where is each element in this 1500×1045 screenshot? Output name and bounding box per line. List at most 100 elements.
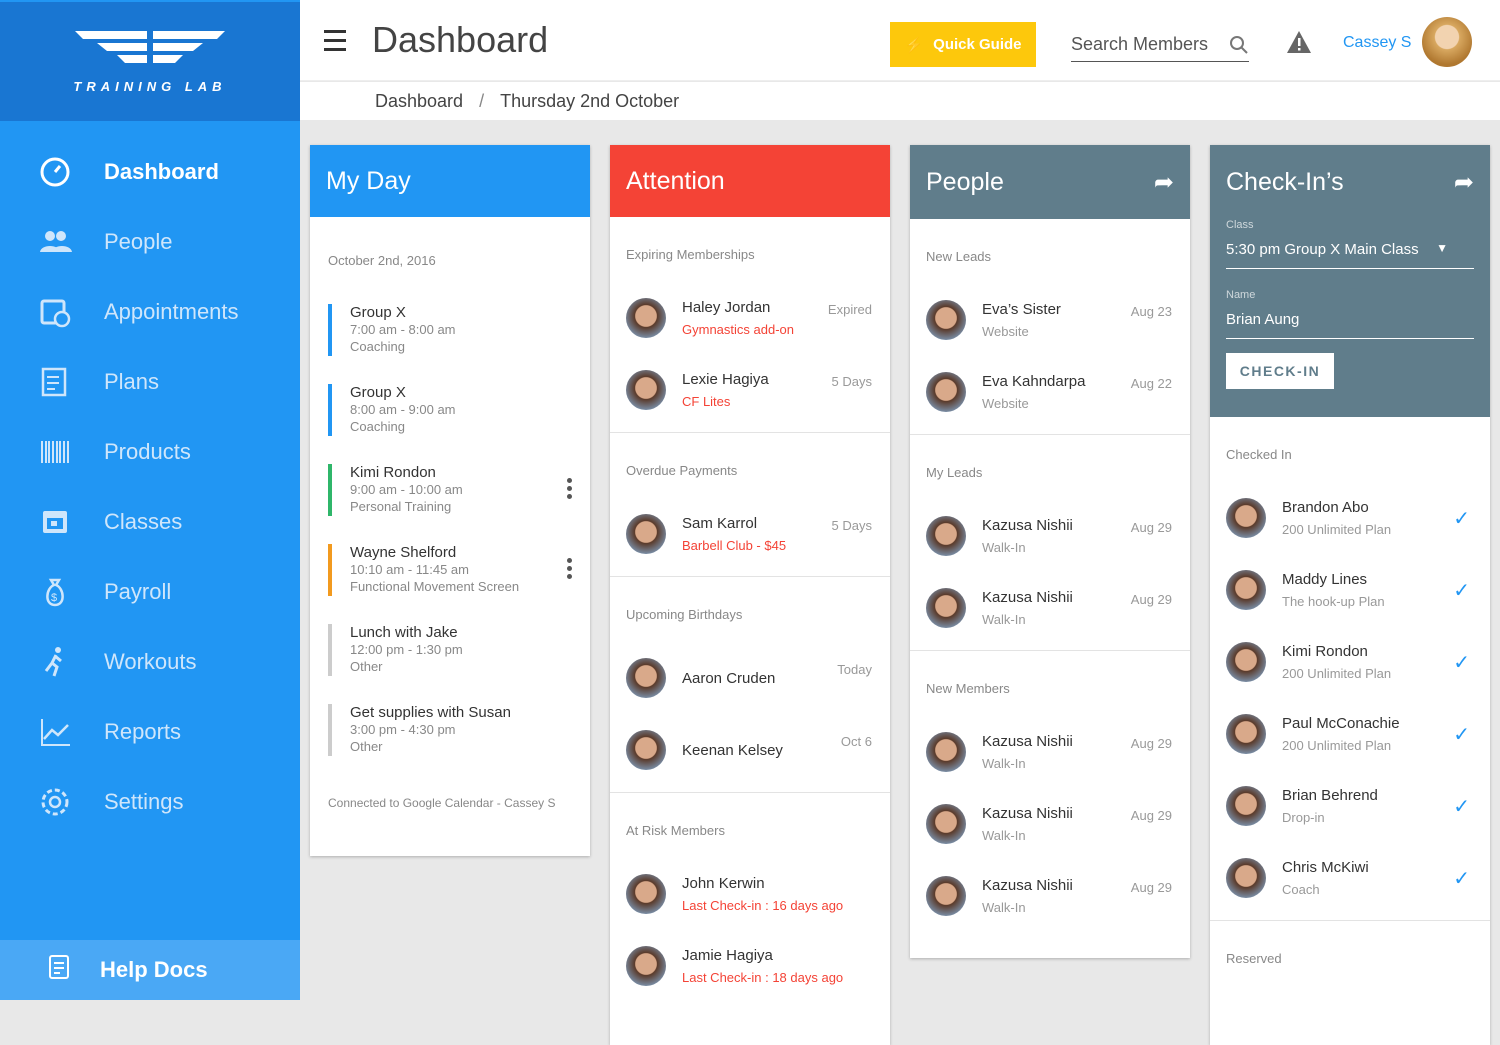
list-item[interactable]: Eva Kahndarpa Website Aug 22: [910, 356, 1190, 428]
list-item[interactable]: Aaron Cruden Today: [610, 642, 890, 714]
share-icon[interactable]: ➦: [1154, 168, 1174, 197]
item-date: Aug 23: [1130, 304, 1172, 319]
item-date: Aug 29: [1130, 808, 1172, 823]
checked-in-item[interactable]: Paul McConachie 200 Unlimited Plan ✓: [1210, 698, 1490, 770]
check-icon: ✓: [1453, 652, 1470, 674]
section-title: New Members: [926, 681, 1010, 696]
avatar: [926, 588, 966, 628]
item-date: Oct 6: [840, 734, 872, 749]
name-label: Name: [1226, 289, 1256, 301]
help-docs-link[interactable]: Help Docs: [0, 940, 300, 1000]
class-select[interactable]: Class 5:30 pm Group X Main Class ▼: [1226, 219, 1474, 269]
event-item[interactable]: Lunch with Jake 12:00 pm - 1:30 pm Other: [328, 624, 572, 676]
item-date: Today: [837, 662, 872, 677]
item-name: Aaron Cruden: [682, 669, 776, 687]
sidebar-item-products[interactable]: Products: [0, 417, 300, 487]
event-item[interactable]: Wayne Shelford 10:10 am - 11:45 am Functio…: [328, 544, 572, 596]
user-name[interactable]: Cassey S: [1343, 34, 1411, 52]
breadcrumb-dashboard[interactable]: Dashboard: [375, 91, 463, 112]
list-item[interactable]: Kazusa Nishii Walk-In Aug 29: [910, 500, 1190, 572]
sidebar-item-payroll[interactable]: $ Payroll: [0, 557, 300, 627]
wings-logo-icon: [75, 29, 225, 65]
sidebar-item-workouts[interactable]: Workouts: [0, 627, 300, 697]
item-name: Eva’s Sister: [982, 301, 1061, 318]
item-name: Kazusa Nishii: [982, 517, 1073, 534]
item-date: Aug 22: [1130, 376, 1172, 391]
avatar: [626, 370, 666, 410]
event-item[interactable]: Group X 7:00 am - 8:00 am Coaching: [328, 304, 572, 356]
event-type: Functional Movement Screen: [350, 579, 520, 594]
checked-in-title: Checked In: [1226, 447, 1292, 462]
my-day-title: My Day: [326, 166, 411, 195]
list-item[interactable]: Kazusa Nishii Walk-In Aug 29: [910, 788, 1190, 860]
item-detail: Last Check-in : 16 days ago: [682, 898, 844, 913]
name-input[interactable]: Name Brian Aung: [1226, 289, 1474, 339]
event-color-bar: [328, 464, 332, 516]
item-name: Sam Karrol: [682, 515, 758, 532]
list-item[interactable]: Lexie Hagiya CF Lites 5 Days: [610, 354, 890, 426]
sidebar-item-settings[interactable]: Settings: [0, 767, 300, 837]
user-avatar[interactable]: [1422, 17, 1472, 67]
event-item[interactable]: Get supplies with Susan 3:00 pm - 4:30 pm…: [328, 704, 572, 756]
checked-in-item[interactable]: Brandon Abo 200 Unlimited Plan ✓: [1210, 482, 1490, 554]
event-text: Group X 8:00 am - 9:00 am Coaching: [350, 384, 456, 436]
dashboard-icon: [38, 155, 72, 189]
quick-guide-button[interactable]: ⚡ Quick Guide: [890, 22, 1036, 67]
more-vertical-icon[interactable]: [567, 558, 572, 579]
list-item[interactable]: Haley Jordan Gymnastics add-on Expired: [610, 282, 890, 354]
svg-text:$: $: [51, 592, 57, 604]
item-text: Chris McKiwi Coach: [1282, 859, 1369, 897]
menu-icon[interactable]: [324, 29, 346, 51]
share-icon[interactable]: ➦: [1454, 168, 1474, 197]
list-item[interactable]: Kazusa Nishii Walk-In Aug 29: [910, 860, 1190, 932]
checkins-header: Check-In’s ➦: [1210, 145, 1490, 219]
event-color-bar: [328, 384, 332, 436]
item-detail: Walk-In: [982, 756, 1026, 771]
more-vertical-icon[interactable]: [567, 478, 572, 499]
my-day-date: October 2nd, 2016: [328, 253, 436, 268]
sidebar-item-dashboard[interactable]: Dashboard: [0, 137, 300, 207]
list-item[interactable]: Keenan Kelsey Oct 6: [610, 714, 890, 786]
sidebar-item-appointments[interactable]: Appointments: [0, 277, 300, 347]
list-item[interactable]: Jamie Hagiya Last Check-in : 18 days ago: [610, 930, 890, 1002]
event-name: Kimi Rondon: [350, 464, 436, 481]
sidebar-item-reports[interactable]: Reports: [0, 697, 300, 767]
checked-in-item[interactable]: Kimi Rondon 200 Unlimited Plan ✓: [1210, 626, 1490, 698]
check-icon: ✓: [1453, 580, 1470, 602]
checked-in-item[interactable]: Brian Behrend Drop-in ✓: [1210, 770, 1490, 842]
people-sections: New Leads Eva’s Sister Website Aug 23 Eva Ka…: [910, 219, 1190, 938]
event-name: Wayne Shelford: [350, 544, 457, 561]
sidebar-item-label: Products: [104, 439, 191, 464]
my-day-card: My Day October 2nd, 2016 Group X 7:00 am …: [310, 145, 590, 856]
sidebar-item-plans[interactable]: Plans: [0, 347, 300, 417]
item-detail: Walk-In: [982, 828, 1026, 843]
item-detail: Walk-In: [982, 540, 1026, 555]
alert-icon[interactable]: [1286, 30, 1312, 54]
event-item[interactable]: Kimi Rondon 9:00 am - 10:00 am Personal Tr…: [328, 464, 572, 516]
check-in-button[interactable]: CHECK-IN: [1226, 353, 1334, 389]
search-icon[interactable]: [1229, 35, 1249, 55]
list-item[interactable]: Sam Karrol Barbell Club - $45 5 Days: [610, 498, 890, 570]
breadcrumb-separator: /: [479, 90, 485, 111]
sidebar-item-label: Reports: [104, 719, 182, 744]
checked-in-item[interactable]: Chris McKiwi Coach ✓: [1210, 842, 1490, 914]
item-name: Kimi Rondon: [1282, 643, 1368, 660]
item-plan: 200 Unlimited Plan: [1282, 666, 1392, 681]
event-item[interactable]: Group X 8:00 am - 9:00 am Coaching: [328, 384, 572, 436]
list-item[interactable]: John Kerwin Last Check-in : 16 days ago: [610, 858, 890, 930]
search-input[interactable]: Search Members: [1071, 28, 1249, 62]
appointments-icon: [38, 295, 72, 329]
item-name: Lexie Hagiya: [682, 371, 769, 388]
list-item[interactable]: Kazusa Nishii Walk-In Aug 29: [910, 572, 1190, 644]
item-plan: 200 Unlimited Plan: [1282, 522, 1392, 537]
sidebar-item-classes[interactable]: Classes: [0, 487, 300, 557]
logo[interactable]: TRAINING LAB: [0, 0, 300, 121]
people-title: People: [926, 167, 1004, 196]
item-plan: Drop-in: [1282, 810, 1325, 825]
checked-in-item[interactable]: Maddy Lines The hook-up Plan ✓: [1210, 554, 1490, 626]
item-text: Sam Karrol Barbell Club - $45: [682, 515, 786, 553]
sidebar-item-people[interactable]: People: [0, 207, 300, 277]
event-type: Personal Training: [350, 499, 452, 514]
list-item[interactable]: Eva’s Sister Website Aug 23: [910, 284, 1190, 356]
list-item[interactable]: Kazusa Nishii Walk-In Aug 29: [910, 716, 1190, 788]
